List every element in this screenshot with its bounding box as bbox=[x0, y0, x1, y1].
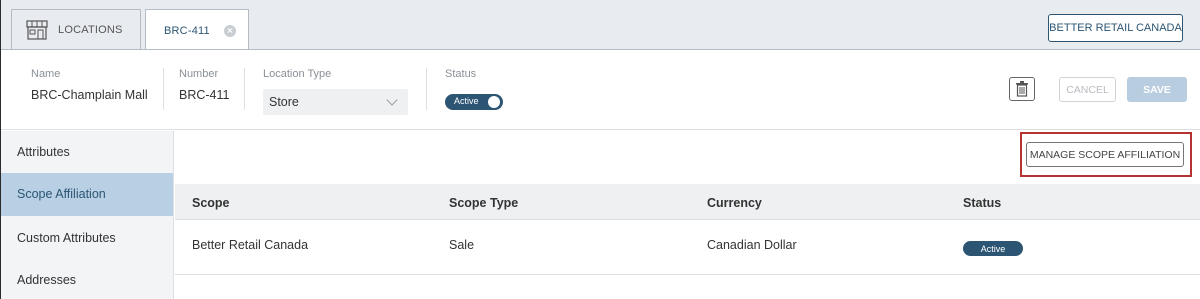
location-type-select[interactable]: Store bbox=[263, 89, 408, 115]
number-value: BRC-411 bbox=[179, 88, 230, 102]
sidebar: Attributes Scope Affiliation Custom Attr… bbox=[1, 131, 174, 299]
tab-locations[interactable]: LOCATIONS bbox=[11, 9, 141, 50]
number-label: Number bbox=[179, 68, 219, 80]
number-field: Number BRC-411 bbox=[179, 68, 229, 102]
name-field: Name BRC-Champlain Mall bbox=[31, 68, 148, 102]
column-header-currency[interactable]: Currency bbox=[707, 196, 762, 210]
status-badge: Active bbox=[963, 241, 1023, 256]
record-content: Name BRC-Champlain Mall Number BRC-411 L… bbox=[0, 50, 1200, 299]
cell-currency: Canadian Dollar bbox=[707, 238, 797, 252]
divider bbox=[163, 68, 164, 110]
location-type-field: Location Type bbox=[263, 68, 331, 88]
location-type-value: Store bbox=[269, 95, 299, 109]
column-header-scope[interactable]: Scope bbox=[192, 196, 230, 210]
brand-button[interactable]: BETTER RETAIL CANADA bbox=[1048, 14, 1183, 42]
status-label: Status bbox=[445, 68, 477, 80]
status-field: Status bbox=[445, 68, 476, 88]
store-icon bbox=[26, 20, 48, 40]
manage-scope-highlight: MANAGE SCOPE AFFILIATION bbox=[1020, 132, 1192, 177]
cancel-button[interactable]: CANCEL bbox=[1059, 77, 1116, 102]
cell-scope: Better Retail Canada bbox=[192, 238, 309, 252]
divider bbox=[426, 68, 427, 110]
toggle-knob bbox=[488, 96, 500, 108]
sidebar-item-addresses[interactable]: Addresses bbox=[1, 259, 173, 299]
tab-record[interactable]: BRC-411 bbox=[145, 9, 249, 51]
sidebar-item-scope-affiliation[interactable]: Scope Affiliation bbox=[1, 173, 173, 216]
close-icon[interactable] bbox=[223, 24, 236, 37]
trash-icon bbox=[1016, 81, 1028, 97]
delete-button[interactable] bbox=[1009, 77, 1035, 101]
record-header: Name BRC-Champlain Mall Number BRC-411 L… bbox=[1, 50, 1200, 130]
name-value: BRC-Champlain Mall bbox=[31, 88, 148, 102]
sidebar-item-custom-attributes[interactable]: Custom Attributes bbox=[1, 217, 173, 260]
status-toggle-label: Active bbox=[454, 96, 479, 106]
sidebar-item-attributes[interactable]: Attributes bbox=[1, 131, 173, 174]
status-toggle[interactable]: Active bbox=[445, 94, 503, 110]
chevron-down-icon bbox=[386, 94, 398, 106]
tab-locations-label: LOCATIONS bbox=[58, 24, 123, 36]
cell-scope-type: Sale bbox=[449, 238, 475, 252]
manage-scope-affiliation-button[interactable]: MANAGE SCOPE AFFILIATION bbox=[1026, 142, 1184, 167]
table-row[interactable]: Better Retail Canada Sale Canadian Dolla… bbox=[175, 221, 1200, 275]
table-header: Scope Scope Type Currency Status bbox=[175, 184, 1200, 220]
name-label: Name bbox=[31, 68, 61, 80]
location-type-label: Location Type bbox=[263, 68, 332, 80]
column-header-status[interactable]: Status bbox=[963, 196, 1001, 210]
divider bbox=[244, 68, 245, 110]
tab-bar: LOCATIONS BRC-411 BETTER RETAIL CANADA bbox=[0, 0, 1200, 51]
column-header-scope-type[interactable]: Scope Type bbox=[449, 196, 518, 210]
save-button[interactable]: SAVE bbox=[1127, 77, 1187, 102]
tab-record-label: BRC-411 bbox=[164, 24, 210, 37]
